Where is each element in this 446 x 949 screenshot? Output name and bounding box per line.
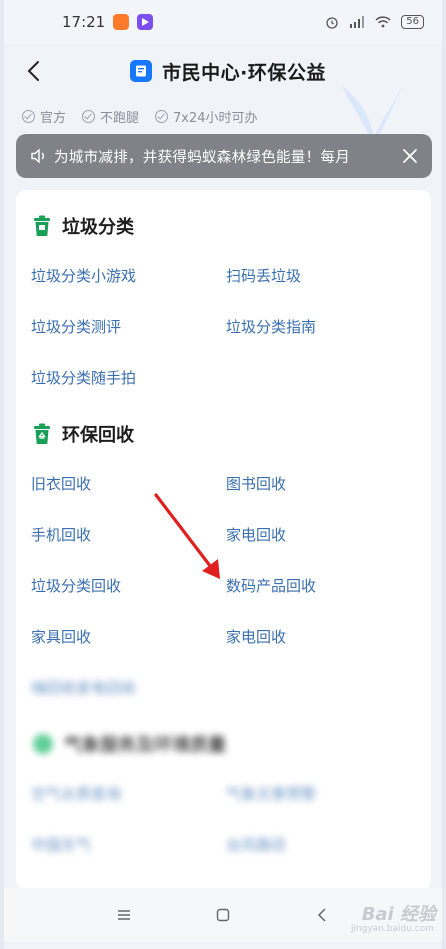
link-furniture-recycle[interactable]: 家具回收 xyxy=(31,612,226,663)
video-app-icon xyxy=(137,14,154,30)
section-weather-environment: 气象服务及环境质量 xyxy=(16,726,431,762)
notice-bar[interactable]: 为城市减排，并获得蚂蚁森林绿色能量！每月 xyxy=(16,134,432,178)
close-icon xyxy=(403,149,417,163)
baidu-watermark-url: jingyan.baidu.com xyxy=(350,924,434,934)
menu-nav-button[interactable] xyxy=(109,900,139,930)
page-title: 市民中心·环保公益 xyxy=(162,61,326,84)
battery-indicator: 56 xyxy=(401,15,424,29)
signal-icon xyxy=(350,16,365,28)
link-book-recycle[interactable]: 图书回收 xyxy=(226,459,421,510)
status-bar: 17:21 56 xyxy=(4,0,442,44)
home-square-icon xyxy=(216,908,230,922)
link-sorted-recycle[interactable]: 垃圾分类回收 xyxy=(31,561,226,612)
link-air-water-quality[interactable]: 空气水质查询 xyxy=(31,769,226,820)
menu-icon xyxy=(117,910,130,920)
section-garbage-sorting: 垃圾分类 xyxy=(16,208,431,244)
service-badges: 官方 不跑腿 7x24小时可办 xyxy=(4,86,442,138)
chevron-left-icon xyxy=(27,61,39,81)
link-china-weather[interactable]: 中国天气 xyxy=(31,820,226,871)
badge-no-errand: 不跑腿 xyxy=(82,107,139,126)
link-clothes-recycle[interactable]: 旧衣回收 xyxy=(31,459,226,510)
link-appliance-recycle[interactable]: 家电回收 xyxy=(226,510,421,561)
alarm-icon xyxy=(326,17,338,29)
link-weather-warning[interactable]: 气象灾害预警 xyxy=(226,769,421,820)
back-nav-button[interactable] xyxy=(307,900,337,930)
baidu-watermark: Bai 经验 xyxy=(361,904,436,925)
wifi-icon xyxy=(375,16,391,28)
notice-text: 为城市减排，并获得蚂蚁森林绿色能量！每月 xyxy=(54,149,350,166)
phone-screen: 17:21 56 市民中心·环保公益 官方 不跑腿 7x24小时可办 为城市减排… xyxy=(4,0,442,949)
weather-icon xyxy=(33,734,53,754)
link-garbage-game[interactable]: 垃圾分类小游戏 xyxy=(31,251,226,302)
link-phone-recycle[interactable]: 手机回收 xyxy=(31,510,226,561)
notification-app-icon xyxy=(113,14,130,30)
speaker-icon xyxy=(31,148,44,164)
link-garbage-guide[interactable]: 垃圾分类指南 xyxy=(226,302,421,353)
section-eco-recycling: 环保回收 xyxy=(16,416,431,452)
link-garbage-quiz[interactable]: 垃圾分类测评 xyxy=(31,302,226,353)
check-circle-icon xyxy=(82,109,96,123)
services-card: 垃圾分类 垃圾分类小游戏 扫码丢垃圾 垃圾分类测评 垃圾分类指南 垃圾分类随手拍… xyxy=(16,190,431,890)
back-button[interactable] xyxy=(18,54,48,88)
link-scan-dispose[interactable]: 扫码丢垃圾 xyxy=(226,251,421,302)
recycle-bin-icon xyxy=(34,423,50,444)
link-typhoon-path[interactable]: 台风路径 xyxy=(226,820,421,871)
link-hai-recycle[interactable]: 嗨回收家电回收 xyxy=(31,663,226,714)
check-circle-icon xyxy=(22,109,35,123)
link-appliance-recycle-2[interactable]: 家电回收 xyxy=(226,612,421,663)
link-garbage-snapshot[interactable]: 垃圾分类随手拍 xyxy=(31,353,226,404)
notice-close-button[interactable] xyxy=(398,144,422,168)
citizen-center-logo-icon xyxy=(130,60,153,82)
link-digital-recycle[interactable]: 数码产品回收 xyxy=(226,561,421,612)
status-time: 17:21 xyxy=(62,13,106,31)
check-circle-icon xyxy=(155,109,169,123)
home-nav-button[interactable] xyxy=(208,900,238,930)
badge-24h: 7x24小时可办 xyxy=(155,107,258,126)
trash-bin-icon xyxy=(34,215,50,236)
chevron-left-icon xyxy=(318,908,326,922)
badge-official: 官方 xyxy=(22,107,66,126)
